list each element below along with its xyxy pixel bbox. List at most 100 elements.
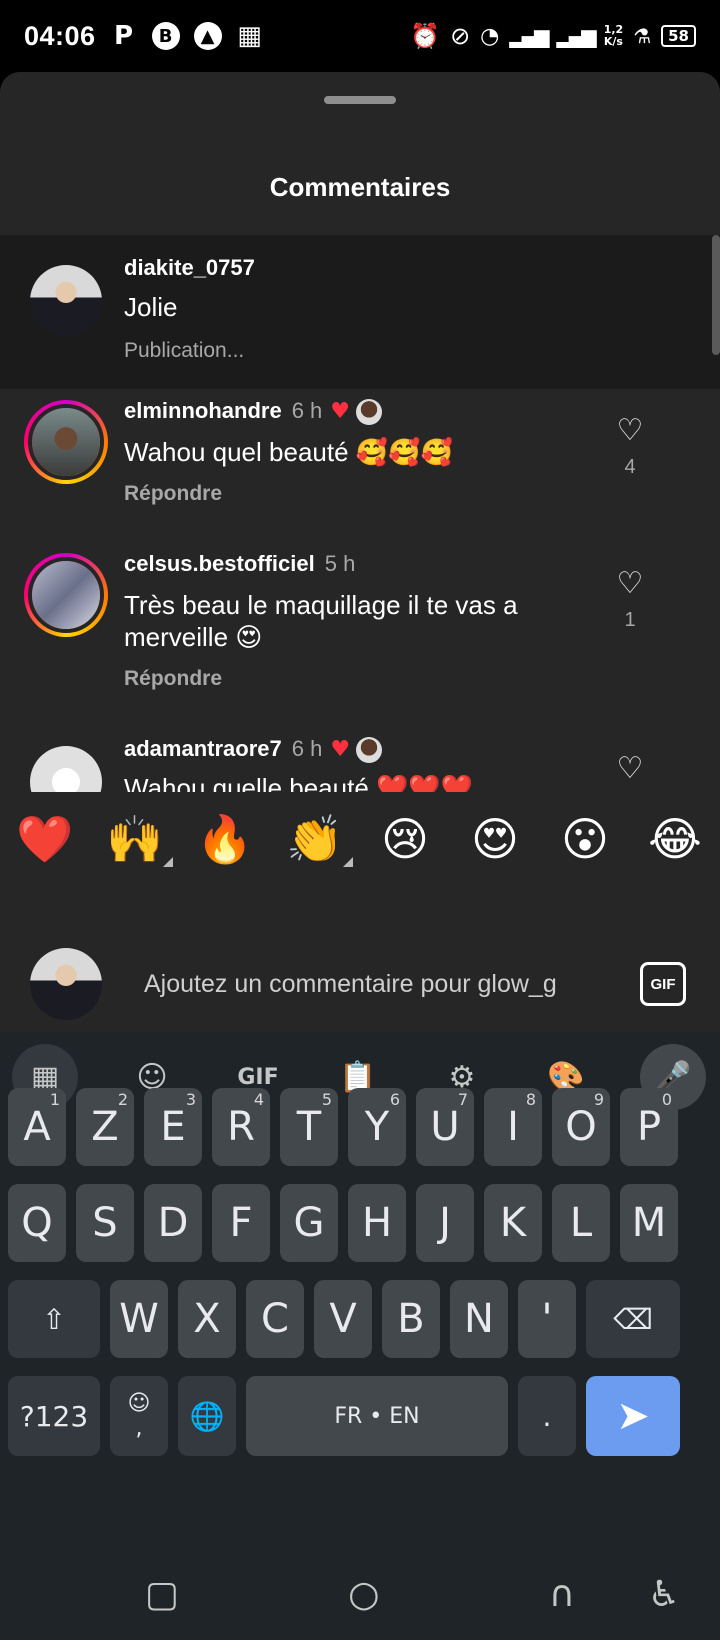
- accessibility-icon[interactable]: ♿: [648, 1574, 680, 1615]
- letter-key[interactable]: W: [110, 1280, 168, 1358]
- emoji-surprised-button[interactable]: 😮: [553, 812, 617, 867]
- letter-key[interactable]: B: [382, 1280, 440, 1358]
- letter-key[interactable]: X: [178, 1280, 236, 1358]
- key-label: A: [23, 1104, 51, 1150]
- comment-input[interactable]: Ajoutez un commentaire pour glow_g: [144, 970, 614, 999]
- key-label: R: [227, 1104, 255, 1150]
- key-label: E: [160, 1104, 186, 1150]
- send-key[interactable]: ➤: [586, 1376, 680, 1456]
- key-label: I: [507, 1104, 519, 1150]
- comments-sheet: Commentaires diakite_0757 Jolie Publicat…: [0, 72, 720, 1032]
- letter-key[interactable]: G: [280, 1184, 338, 1262]
- variant-indicator-icon: [343, 857, 353, 867]
- smiley-icon: ☺: [127, 1391, 151, 1416]
- emoji-heart-eyes-button[interactable]: 😍: [463, 812, 527, 867]
- p-app-icon: P: [114, 21, 134, 51]
- comment-composer: Ajoutez un commentaire pour glow_g GIF: [0, 906, 720, 1032]
- document-app-icon: ▦: [237, 21, 262, 51]
- comma-label: ,: [135, 1416, 143, 1441]
- backspace-key[interactable]: ⌫: [586, 1280, 680, 1358]
- key-label: P: [636, 1104, 662, 1150]
- signal-icon: ▂▄▆: [509, 24, 549, 48]
- key-label: Y: [364, 1104, 390, 1150]
- letter-key[interactable]: ': [518, 1280, 576, 1358]
- comment-header: adamantraore7 6 h ♥: [124, 736, 383, 764]
- letter-key[interactable]: C: [246, 1280, 304, 1358]
- emoji-heart-button[interactable]: ❤️: [13, 812, 77, 867]
- gif-button[interactable]: GIF: [640, 962, 686, 1006]
- mountain-app-icon: ▲: [193, 22, 222, 50]
- flask-icon: ⚗: [633, 24, 652, 48]
- emoji-comma-key[interactable]: ☺,: [110, 1376, 168, 1456]
- like-heart-icon[interactable]: ♡: [613, 752, 647, 786]
- key-hint: 0: [661, 1090, 672, 1109]
- letter-key[interactable]: D: [144, 1184, 202, 1262]
- do-not-disturb-icon: ⊘: [450, 22, 471, 50]
- wifi-icon: ◔: [480, 23, 500, 49]
- period-key[interactable]: .: [518, 1376, 576, 1456]
- emoji-quick-bar: ❤️ 🙌 🔥 👏 😢 😍 😮 😂: [0, 812, 720, 867]
- status-bar: 04:06 P B ▲ ▦ ⏰ ⊘ ◔ ▂▄▆ ▂▄▆ 1,2 K/s ⚗ 58: [0, 0, 720, 72]
- letter-key[interactable]: F: [212, 1184, 270, 1262]
- emoji-crying-button[interactable]: 😢: [373, 812, 437, 867]
- system-nav-bar: ▢ ○ ∩ ♿: [0, 1548, 720, 1640]
- key-hint: 9: [593, 1090, 604, 1109]
- letter-key[interactable]: V: [314, 1280, 372, 1358]
- comment-item: adamantraore7 6 h ♥ Wahou quelle beauté ❤️…: [0, 72, 720, 792]
- signal-icon-2: ▂▄▆: [556, 24, 597, 48]
- emoji-glyph: 👏: [286, 812, 344, 866]
- key-label: Z: [91, 1104, 119, 1150]
- avatar[interactable]: [30, 746, 102, 792]
- letter-key[interactable]: R4: [212, 1088, 270, 1166]
- emoji-fire-button[interactable]: 🔥: [193, 812, 257, 867]
- letter-key[interactable]: I8: [484, 1088, 542, 1166]
- language-globe-icon[interactable]: 🌐: [178, 1376, 236, 1456]
- key-hint: 2: [117, 1090, 128, 1109]
- letter-key[interactable]: K: [484, 1184, 542, 1262]
- comment-text: Wahou quelle beauté ❤️❤️❤️: [124, 773, 474, 792]
- author-liked-heart-icon: ♥: [330, 737, 351, 762]
- key-label: U: [430, 1104, 460, 1150]
- space-bar[interactable]: FR • EN: [246, 1376, 508, 1456]
- network-speed: 1,2 K/s: [603, 23, 624, 48]
- key-hint: 5: [321, 1090, 332, 1109]
- emoji-clap-button[interactable]: 👏: [283, 812, 353, 867]
- letter-key[interactable]: P0: [620, 1088, 678, 1166]
- letter-key[interactable]: A1: [8, 1088, 66, 1166]
- variant-indicator-icon: [163, 857, 173, 867]
- letter-key[interactable]: S: [76, 1184, 134, 1262]
- comment-username[interactable]: adamantraore7: [124, 736, 282, 761]
- shift-key[interactable]: ⇧: [8, 1280, 100, 1358]
- letter-key[interactable]: N: [450, 1280, 508, 1358]
- letter-key[interactable]: T5: [280, 1088, 338, 1166]
- emoji-raised-hands-button[interactable]: 🙌: [103, 812, 173, 867]
- letter-key[interactable]: U7: [416, 1088, 474, 1166]
- comment-time: 6 h: [291, 736, 323, 761]
- home-icon[interactable]: ○: [348, 1574, 379, 1615]
- letter-key[interactable]: Z2: [76, 1088, 134, 1166]
- key-label: T: [296, 1104, 322, 1150]
- letter-key[interactable]: O9: [552, 1088, 610, 1166]
- back-icon[interactable]: ∩: [549, 1574, 575, 1615]
- key-hint: 8: [525, 1090, 536, 1109]
- key-hint: 1: [49, 1090, 60, 1109]
- letter-key[interactable]: Q: [8, 1184, 66, 1262]
- letter-key[interactable]: M: [620, 1184, 678, 1262]
- letter-key[interactable]: L: [552, 1184, 610, 1262]
- letter-key[interactable]: E3: [144, 1088, 202, 1166]
- letter-key[interactable]: Y6: [348, 1088, 406, 1166]
- recents-icon[interactable]: ▢: [145, 1574, 179, 1615]
- letter-key[interactable]: H: [348, 1184, 406, 1262]
- battery-indicator: 58: [661, 25, 696, 47]
- symbols-key[interactable]: ?123: [8, 1376, 100, 1456]
- key-hint: 6: [389, 1090, 400, 1109]
- letter-key[interactable]: J: [416, 1184, 474, 1262]
- clock: 04:06: [24, 20, 96, 51]
- emoji-laughing-button[interactable]: 😂: [643, 812, 707, 867]
- key-hint: 7: [457, 1090, 468, 1109]
- key-hint: 4: [253, 1090, 264, 1109]
- b-app-icon: B: [151, 22, 180, 50]
- key-label: O: [565, 1104, 597, 1150]
- emoji-glyph: 🙌: [106, 812, 164, 866]
- my-avatar: [30, 948, 102, 1020]
